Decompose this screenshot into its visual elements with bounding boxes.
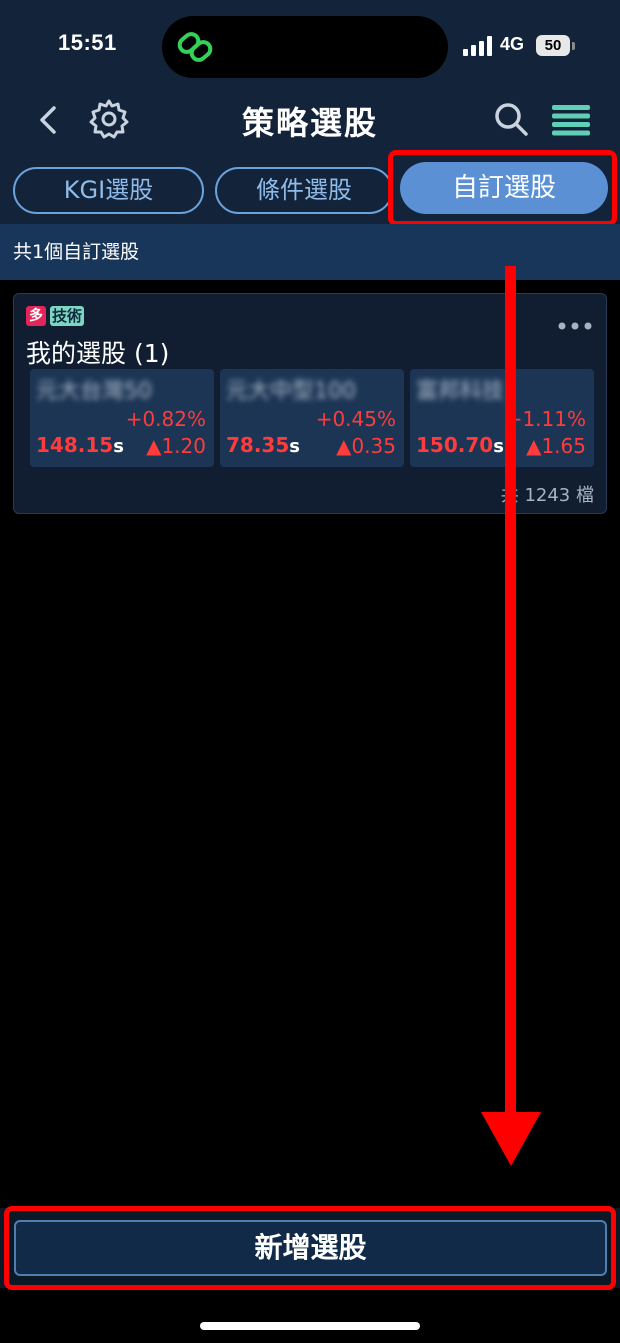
strategy-card[interactable]: 多 技術 我的選股 (1) 元大台灣50 +0.82% 148.15s ▲1.2… [13,293,607,514]
tab-custom-picks[interactable]: 自訂選股 [400,162,608,214]
stock-count: 共 1243 檔 [500,485,594,506]
tab-kgi-picks[interactable]: KGI選股 [13,167,204,214]
menu-icon[interactable] [552,104,590,136]
tag-bullish: 多 [26,306,46,326]
stock-name: 元大台灣50 [36,379,152,404]
stock-change: ▲1.20 [146,434,206,458]
stock-change: ▲1.65 [526,434,586,458]
more-options-icon[interactable] [557,321,593,331]
network-label: 4G [500,34,525,54]
link-icon [177,32,213,62]
stock-name: 元大中型100 [226,379,356,404]
tag-technical: 技術 [50,306,85,326]
strategy-title: 我的選股 (1) [26,339,170,368]
search-icon[interactable] [492,100,530,138]
status-time: 15:51 [58,30,117,55]
stock-price: 148.15s [36,433,124,457]
stock-tile[interactable]: 富邦科技 +1.11% 150.70s ▲1.65 [410,369,594,467]
stock-change-percent: +0.82% [125,407,206,431]
stock-change: ▲0.35 [336,434,396,458]
dynamic-island [162,16,448,78]
battery-icon: 50 [536,35,575,56]
signal-icon [463,36,492,56]
stock-tile[interactable]: 元大中型100 +0.45% 78.35s ▲0.35 [220,369,404,467]
add-picks-button[interactable]: 新增選股 [14,1220,607,1276]
home-indicator[interactable] [200,1322,420,1330]
custom-picks-count: 共1個自訂選股 [0,224,620,280]
tab-condition-picks[interactable]: 條件選股 [215,167,393,214]
stock-change-percent: +0.45% [315,407,396,431]
stock-change-percent: +1.11% [505,407,586,431]
stock-tile[interactable]: 元大台灣50 +0.82% 148.15s ▲1.20 [30,369,214,467]
stock-name: 富邦科技 [416,379,505,404]
stock-price: 78.35s [226,433,300,457]
stock-price: 150.70s [416,433,504,457]
